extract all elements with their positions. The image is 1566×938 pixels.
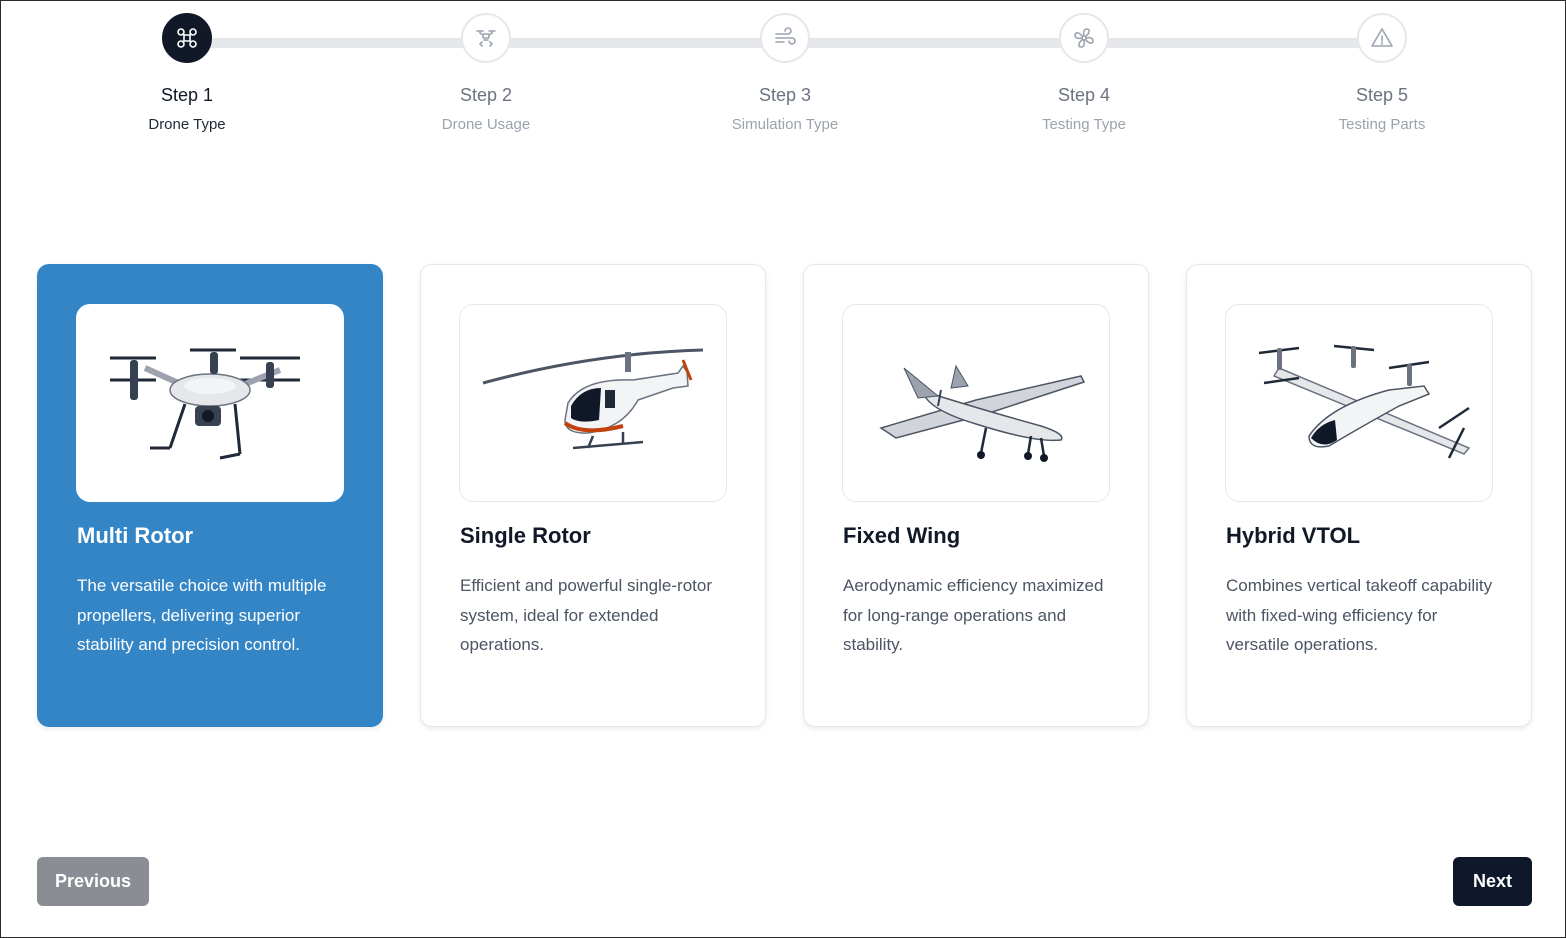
card-multi-rotor[interactable]: Multi Rotor The versatile choice with mu…	[37, 264, 383, 727]
card-title: Hybrid VTOL	[1226, 523, 1361, 548]
card-description: Efficient and powerful single-rotor syst…	[460, 576, 712, 654]
card-title: Multi Rotor	[77, 523, 194, 548]
step-sublabel: Drone Usage	[441, 116, 531, 133]
drone-usage-icon	[461, 13, 511, 63]
card-description: Aerodynamic efficiency maximized for lon…	[843, 576, 1104, 654]
card-title: Single Rotor	[460, 523, 591, 548]
step-label: Step 5	[1355, 85, 1409, 105]
step-4[interactable]: Step 4 Testing Type	[984, 13, 1184, 133]
fixed-wing-drone-image	[842, 304, 1110, 502]
multi-rotor-drone-image	[76, 304, 344, 502]
helicopter-image	[459, 304, 727, 502]
step-sublabel: Testing Type	[1042, 116, 1126, 133]
card-single-rotor[interactable]: Single Rotor Efficient and powerful sing…	[420, 264, 766, 727]
fan-icon	[1059, 13, 1109, 63]
card-hybrid-vtol[interactable]: Hybrid VTOL Combines vertical takeoff ca…	[1186, 264, 1532, 727]
step-label: Step 4	[1057, 85, 1111, 105]
next-button[interactable]: Next	[1453, 857, 1532, 906]
step-sublabel: Testing Parts	[1338, 116, 1426, 133]
vtol-aircraft-image	[1225, 304, 1493, 502]
step-sublabel: Drone Type	[148, 116, 226, 133]
card-description: The versatile choice with multiple prope…	[77, 576, 327, 654]
card-description: Combines vertical takeoff capability wit…	[1226, 576, 1493, 654]
drone-icon	[162, 13, 212, 63]
wind-icon	[760, 13, 810, 63]
wizard-frame: Step 1 Drone Type Step 2 Drone Usage Ste…	[0, 0, 1566, 938]
step-label: Step 3	[758, 85, 812, 105]
step-3[interactable]: Step 3 Simulation Type	[685, 13, 885, 133]
warning-triangle-icon	[1357, 13, 1407, 63]
card-title: Fixed Wing	[843, 523, 961, 548]
step-2[interactable]: Step 2 Drone Usage	[386, 13, 586, 133]
step-1[interactable]: Step 1 Drone Type	[87, 13, 287, 133]
step-5[interactable]: Step 5 Testing Parts	[1282, 13, 1482, 133]
stepper: Step 1 Drone Type Step 2 Drone Usage Ste…	[1, 1, 1566, 161]
step-sublabel: Simulation Type	[731, 116, 839, 133]
step-label: Step 1	[160, 85, 214, 105]
step-label: Step 2	[459, 85, 513, 105]
previous-button[interactable]: Previous	[37, 857, 149, 906]
card-fixed-wing[interactable]: Fixed Wing Aerodynamic efficiency maximi…	[803, 264, 1149, 727]
